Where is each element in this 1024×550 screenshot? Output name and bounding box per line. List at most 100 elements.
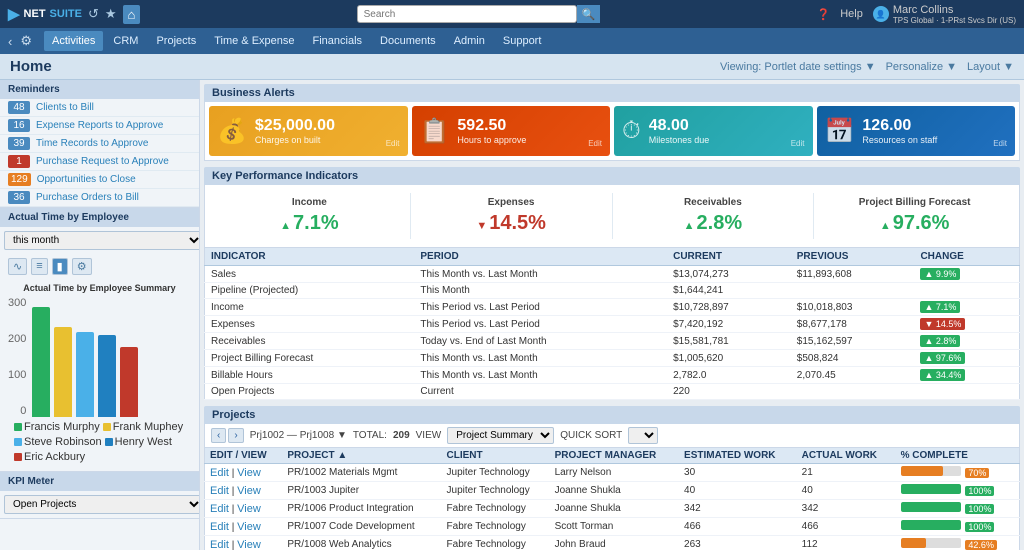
- chart-table-btn[interactable]: ≡: [31, 258, 47, 275]
- menu-home[interactable]: Activities: [44, 31, 103, 51]
- kpi-cell-current: $1,644,241: [667, 283, 791, 299]
- y-axis: 3002001000: [8, 297, 26, 417]
- alert-corner-3[interactable]: Edit: [791, 139, 805, 148]
- help-label[interactable]: Help: [840, 8, 863, 20]
- proj-range[interactable]: Prj1002 — Prj1008 ▼: [250, 430, 347, 441]
- alert-corner-1[interactable]: Edit: [386, 139, 400, 148]
- proj-prev-btn[interactable]: ‹: [211, 428, 226, 443]
- legend-dot-3: [14, 438, 22, 446]
- reminder-link-4[interactable]: Purchase Request to Approve: [36, 156, 169, 167]
- menu-projects[interactable]: Projects: [148, 31, 204, 51]
- proj-next-btn[interactable]: ›: [228, 428, 243, 443]
- alert-card-3: ⏱ 48.00 Milestones due Edit: [614, 106, 813, 156]
- proj-edit-link-1[interactable]: Edit: [210, 467, 229, 479]
- reminder-link-1[interactable]: Clients to Bill: [36, 102, 94, 113]
- page-header: Home Viewing: Portlet date settings ▼ Pe…: [0, 54, 1024, 80]
- alert-corner-4[interactable]: Edit: [993, 139, 1007, 148]
- user-name: Marc Collins: [893, 4, 1016, 16]
- actual-time-section: Actual Time by Employee this month last …: [0, 208, 199, 472]
- kpi-cell-indicator: Open Projects: [205, 384, 415, 400]
- progress-bar-container-5: [901, 538, 961, 548]
- proj-edit-link-2[interactable]: Edit: [210, 485, 229, 497]
- progress-bar-3: [901, 502, 961, 512]
- page-title: Home: [10, 58, 52, 75]
- actual-time-select[interactable]: this month last month: [4, 231, 200, 250]
- kpi-cell-period[interactable]: This Month: [414, 283, 667, 299]
- reminder-link-6[interactable]: Purchase Orders to Bill: [36, 192, 139, 203]
- alert-value-2: 592.50: [457, 117, 580, 135]
- business-alerts-section: Business Alerts 💰 $25,000.00 Charges on …: [204, 84, 1020, 161]
- chart-settings-btn[interactable]: ⚙: [72, 258, 92, 275]
- kpi-cell-indicator: Expenses: [205, 316, 415, 333]
- proj-edit-link-4[interactable]: Edit: [210, 521, 229, 533]
- proj-th-project: PROJECT ▲: [282, 448, 441, 464]
- personalize-button[interactable]: Personalize ▼: [886, 61, 957, 73]
- menu-crm[interactable]: CRM: [105, 31, 146, 51]
- alerts-row: 💰 $25,000.00 Charges on built Edit 📋 592…: [204, 102, 1020, 161]
- reminder-link-3[interactable]: Time Records to Approve: [36, 138, 148, 149]
- kpi-cell-period[interactable]: This Period vs. Last Period: [414, 316, 667, 333]
- settings-icon[interactable]: ⚙: [18, 31, 34, 51]
- proj-view-link-4[interactable]: View: [237, 521, 261, 533]
- menu-financials[interactable]: Financials: [305, 31, 371, 51]
- proj-th-actual: ACTUAL WORK: [797, 448, 896, 464]
- proj-view-link-5[interactable]: View: [237, 539, 261, 550]
- kpi-receivables-value: ▲2.8%: [617, 212, 810, 235]
- progress-bar-2: [901, 484, 961, 494]
- layout-button[interactable]: Layout ▼: [967, 61, 1014, 73]
- kpi-cell-previous: $11,893,608: [791, 266, 915, 283]
- menu-admin[interactable]: Admin: [446, 31, 493, 51]
- alert-content-4: 126.00 Resources on staff: [862, 117, 985, 145]
- kpi-cell-current: $15,581,781: [667, 333, 791, 350]
- home-icon[interactable]: ★: [105, 6, 117, 22]
- legend-3: Steve Robinson: [14, 436, 102, 448]
- chart-line-btn[interactable]: ∿: [8, 258, 27, 275]
- legend-dot-5: [14, 453, 22, 461]
- reminder-link-2[interactable]: Expense Reports to Approve: [36, 120, 163, 131]
- proj-cell-name-3: PR/1006 Product Integration: [282, 500, 441, 518]
- search-button[interactable]: 🔍: [577, 5, 601, 23]
- reminder-link-5[interactable]: Opportunities to Close: [37, 174, 136, 185]
- search-input[interactable]: [357, 5, 577, 23]
- kpi-cell-period[interactable]: Current: [414, 384, 667, 400]
- alert-label-4: Resources on staff: [862, 135, 985, 145]
- home-nav-icon[interactable]: ⌂: [123, 5, 141, 24]
- kpi-billing-label: Project Billing Forecast: [818, 197, 1011, 208]
- kpi-cell-period[interactable]: This Month vs. Last Month: [414, 266, 667, 283]
- proj-view-select[interactable]: Project Summary: [447, 427, 554, 444]
- chart-bar-btn[interactable]: ▮: [52, 258, 68, 275]
- kpi-cell-period[interactable]: This Month vs. Last Month: [414, 367, 667, 384]
- kpi-cell-period[interactable]: Today vs. End of Last Month: [414, 333, 667, 350]
- chart-area: Actual Time by Employee Summary 30020010…: [0, 279, 199, 471]
- kpi-income: Income ▲7.1%: [209, 193, 411, 239]
- search-bar: 🔍: [146, 5, 810, 23]
- menu-support[interactable]: Support: [495, 31, 550, 51]
- alert-corner-2[interactable]: Edit: [588, 139, 602, 148]
- kpi-meter-select[interactable]: Open Projects: [4, 495, 200, 514]
- kpi-cell-change: [914, 283, 1019, 299]
- reminders-title: Reminders: [0, 80, 199, 99]
- proj-view-link-2[interactable]: View: [237, 485, 261, 497]
- proj-view-link-3[interactable]: View: [237, 503, 261, 515]
- progress-bar-1: [901, 466, 943, 476]
- projects-toolbar: ‹ › Prj1002 — Prj1008 ▼ TOTAL: 209 VIEW …: [204, 424, 1020, 448]
- refresh-icon[interactable]: ↺: [88, 6, 99, 22]
- kpi-cell-change: ▲ 2.8%: [914, 333, 1019, 350]
- help-icon[interactable]: ❓: [817, 8, 831, 21]
- main-content: Business Alerts 💰 $25,000.00 Charges on …: [200, 80, 1024, 550]
- viewing-label[interactable]: Viewing: Portlet date settings ▼: [720, 61, 876, 73]
- back-icon[interactable]: ‹: [6, 32, 14, 51]
- proj-edit-link-3[interactable]: Edit: [210, 503, 229, 515]
- proj-view-link-1[interactable]: View: [237, 467, 261, 479]
- kpi-cell-period[interactable]: This Month vs. Last Month: [414, 350, 667, 367]
- proj-quicksort-label: QUICK SORT: [560, 430, 622, 441]
- legend-4: Henry West: [105, 436, 172, 448]
- alert-content-2: 592.50 Hours to approve: [457, 117, 580, 145]
- kpi-row-pipeline: Pipeline (Projected) This Month $1,644,2…: [205, 283, 1020, 299]
- proj-quicksort-select[interactable]: [628, 427, 658, 444]
- menu-time-expense[interactable]: Time & Expense: [206, 31, 302, 51]
- proj-edit-link-5[interactable]: Edit: [210, 539, 229, 550]
- proj-cell-actual-4: 466: [797, 518, 896, 536]
- kpi-cell-period[interactable]: This Period vs. Last Period: [414, 299, 667, 316]
- menu-documents[interactable]: Documents: [372, 31, 444, 51]
